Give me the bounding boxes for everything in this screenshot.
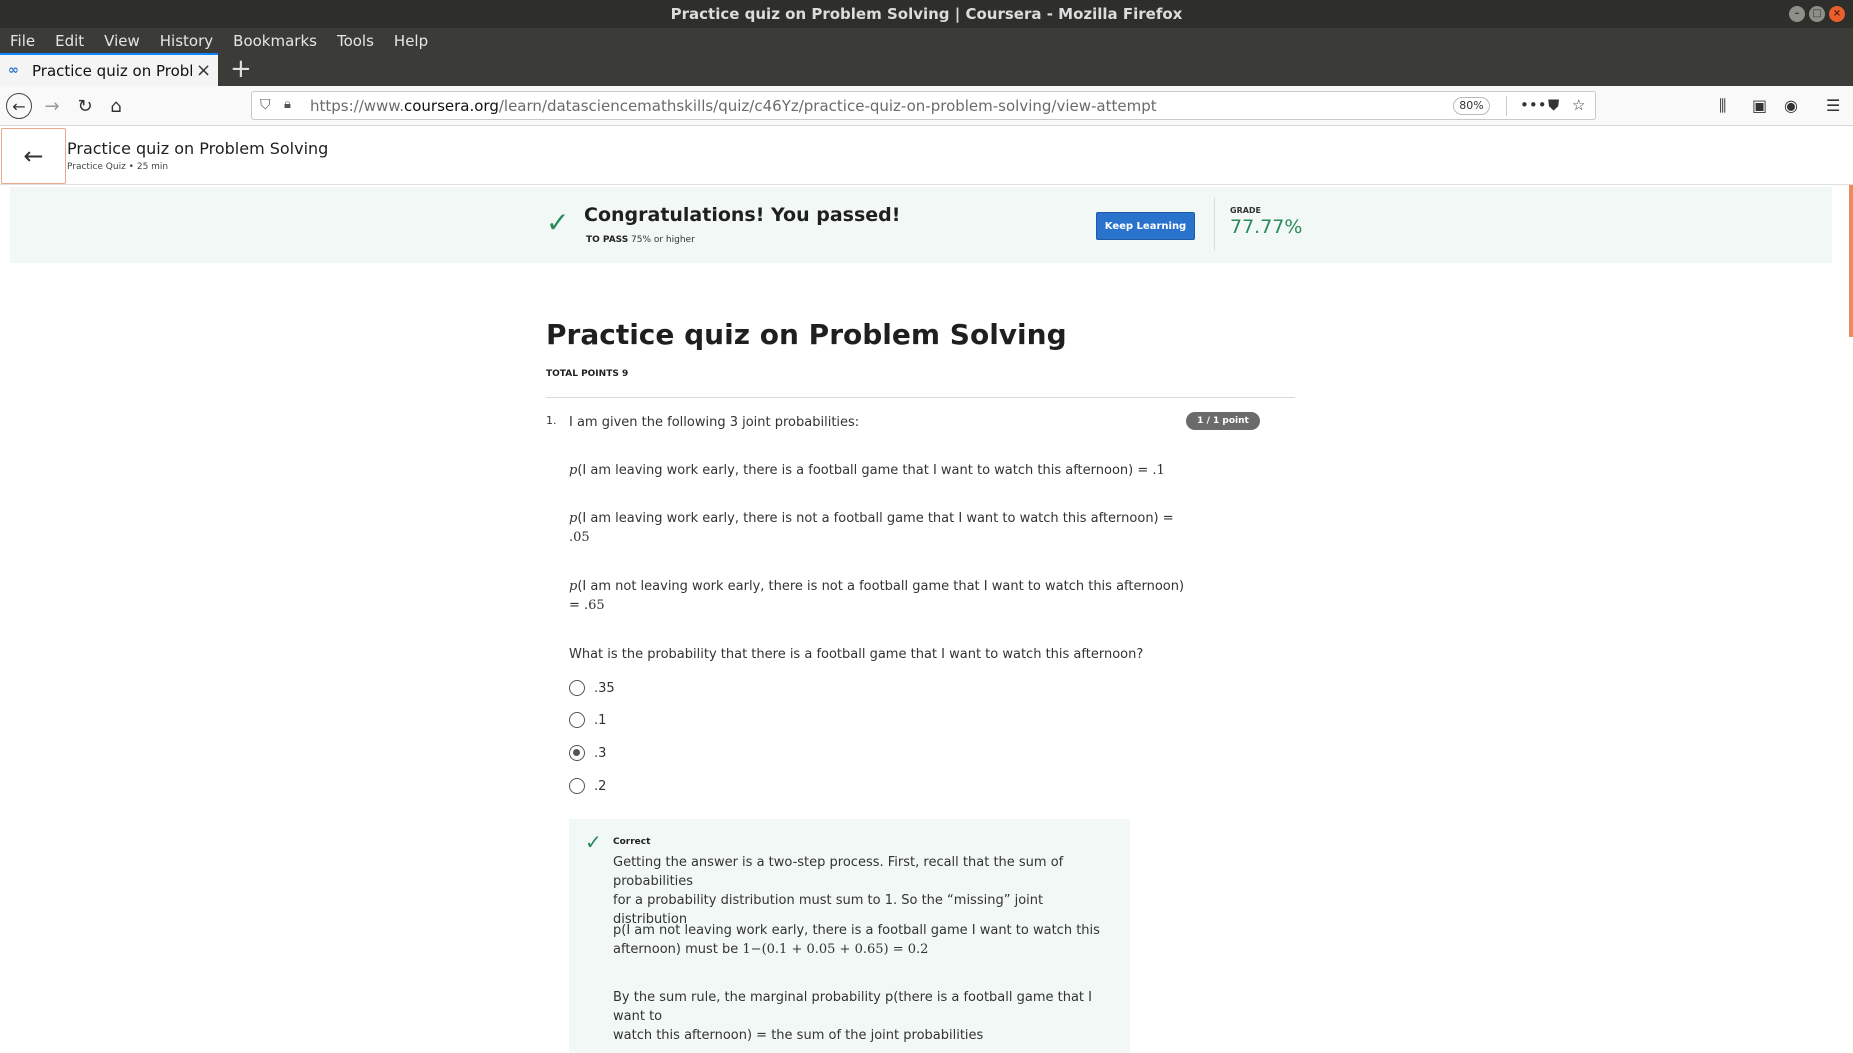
course-header: ← Practice quiz on Problem Solving Pract… [0,127,1853,185]
back-arrow-icon[interactable]: ← [6,93,32,119]
pocket-icon[interactable]: ⛊ [1548,96,1559,114]
quiz-heading: Practice quiz on Problem Solving [546,318,1067,351]
radio-button[interactable] [569,711,585,728]
keep-learning-button[interactable]: Keep Learning [1096,212,1195,240]
answer-option[interactable]: .35 [569,679,615,696]
header-subtitle: Practice Quiz • 25 min [67,162,169,172]
question-prompt: What is the probability that there is a … [569,647,1144,662]
feedback-status: Correct [613,837,651,847]
grade-label: GRADE [1230,206,1262,215]
option-label: .2 [594,779,607,794]
reload-icon[interactable]: ↻ [73,94,97,118]
answer-option[interactable]: .2 [569,777,606,794]
close-window-icon[interactable]: × [1829,6,1845,22]
minimize-icon[interactable]: – [1789,6,1805,22]
tracking-shield-icon[interactable]: ⛉ [260,97,271,113]
menu-history[interactable]: History [160,32,213,50]
hamburger-menu-icon[interactable]: ☰ [1826,96,1840,115]
feedback-paragraph-3: By the sum rule, the marginal probabilit… [613,990,1092,1043]
maximize-icon[interactable]: □ [1809,6,1825,22]
scroll-indicator[interactable] [1849,185,1853,337]
coursera-favicon-icon: ∞ [8,63,19,78]
tab-close-icon[interactable]: × [196,60,211,81]
url-separator [1506,96,1507,116]
joint-probability-2: p(I am leaving work early, there is not … [569,511,1174,526]
window-titlebar: Practice quiz on Problem Solving | Cours… [0,0,1853,28]
answer-option[interactable]: .1 [569,711,606,728]
menu-bookmarks[interactable]: Bookmarks [233,32,317,50]
home-icon[interactable]: ⌂ [104,94,128,118]
total-points: TOTAL POINTS 9 [546,369,629,379]
url-text[interactable]: https://www.coursera.org/learn/datascien… [310,97,1157,115]
tab-title: Practice quiz on Problem Solving [32,61,192,80]
bookmark-star-icon[interactable]: ☆ [1572,96,1585,114]
tab-strip: ∞ Practice quiz on Problem Solving × + [0,53,1853,86]
divider [546,397,1295,398]
to-pass-label: TO PASS [586,235,629,245]
feedback-paragraph-1: Getting the answer is a two-step process… [613,855,1064,927]
lock-icon[interactable]: 🔒︎ [284,97,291,112]
menu-tools[interactable]: Tools [337,32,374,50]
answer-option-selected[interactable]: .3 [569,744,606,761]
back-arrow-icon: ← [23,142,44,170]
library-icon[interactable]: ⫼ [1719,96,1726,116]
check-icon: ✓ [546,206,570,239]
menu-file[interactable]: File [10,32,35,50]
window-title: Practice quiz on Problem Solving | Cours… [670,5,1183,23]
window-controls: – □ × [1789,6,1845,22]
congrats-text: Congratulations! You passed! [584,204,901,226]
menu-view[interactable]: View [104,32,140,50]
navigation-bar: ← → ↻ ⌂ ⛉ 🔒︎ https://www.coursera.org/le… [0,86,1853,126]
points-badge: 1 / 1 point [1186,412,1260,430]
page-actions-icon[interactable]: ••• [1520,96,1547,114]
grade-value: 77.77% [1230,216,1303,238]
banner-divider [1214,197,1215,251]
menu-edit[interactable]: Edit [55,32,84,50]
url-bar[interactable]: ⛉ 🔒︎ https://www.coursera.org/learn/data… [251,91,1596,120]
menu-help[interactable]: Help [394,32,428,50]
option-label: .35 [594,681,615,696]
radio-button[interactable] [569,777,585,794]
new-tab-icon[interactable]: + [230,55,252,83]
back-button[interactable]: ← [1,128,66,184]
feedback-paragraph-2: p(I am not leaving work early, there is … [613,923,1100,957]
result-banner [10,187,1832,263]
to-pass-value: 75% or higher [631,235,695,245]
zoom-level[interactable]: 80% [1453,97,1490,115]
check-icon: ✓ [585,830,602,854]
option-label: .3 [594,746,607,761]
radio-button-selected[interactable] [569,744,585,761]
option-label: .1 [594,713,607,728]
sidebar-icon[interactable]: ▣ [1752,96,1767,115]
menu-bar: File Edit View History Bookmarks Tools H… [0,28,1853,53]
joint-probability-1: p(I am leaving work early, there is a fo… [569,463,1165,478]
tab-active[interactable]: ∞ Practice quiz on Problem Solving × [0,53,218,86]
joint-probability-3-value: = .65 [569,598,605,613]
forward-arrow-icon[interactable]: → [40,94,64,118]
joint-probability-3: p(I am not leaving work early, there is … [569,579,1185,594]
question-number: 1. [546,414,557,427]
account-icon[interactable]: ◉ [1784,96,1798,115]
header-title: Practice quiz on Problem Solving [67,139,329,158]
joint-probability-2-value: .05 [569,530,590,545]
radio-button[interactable] [569,679,585,696]
question-intro: I am given the following 3 joint probabi… [569,415,860,430]
